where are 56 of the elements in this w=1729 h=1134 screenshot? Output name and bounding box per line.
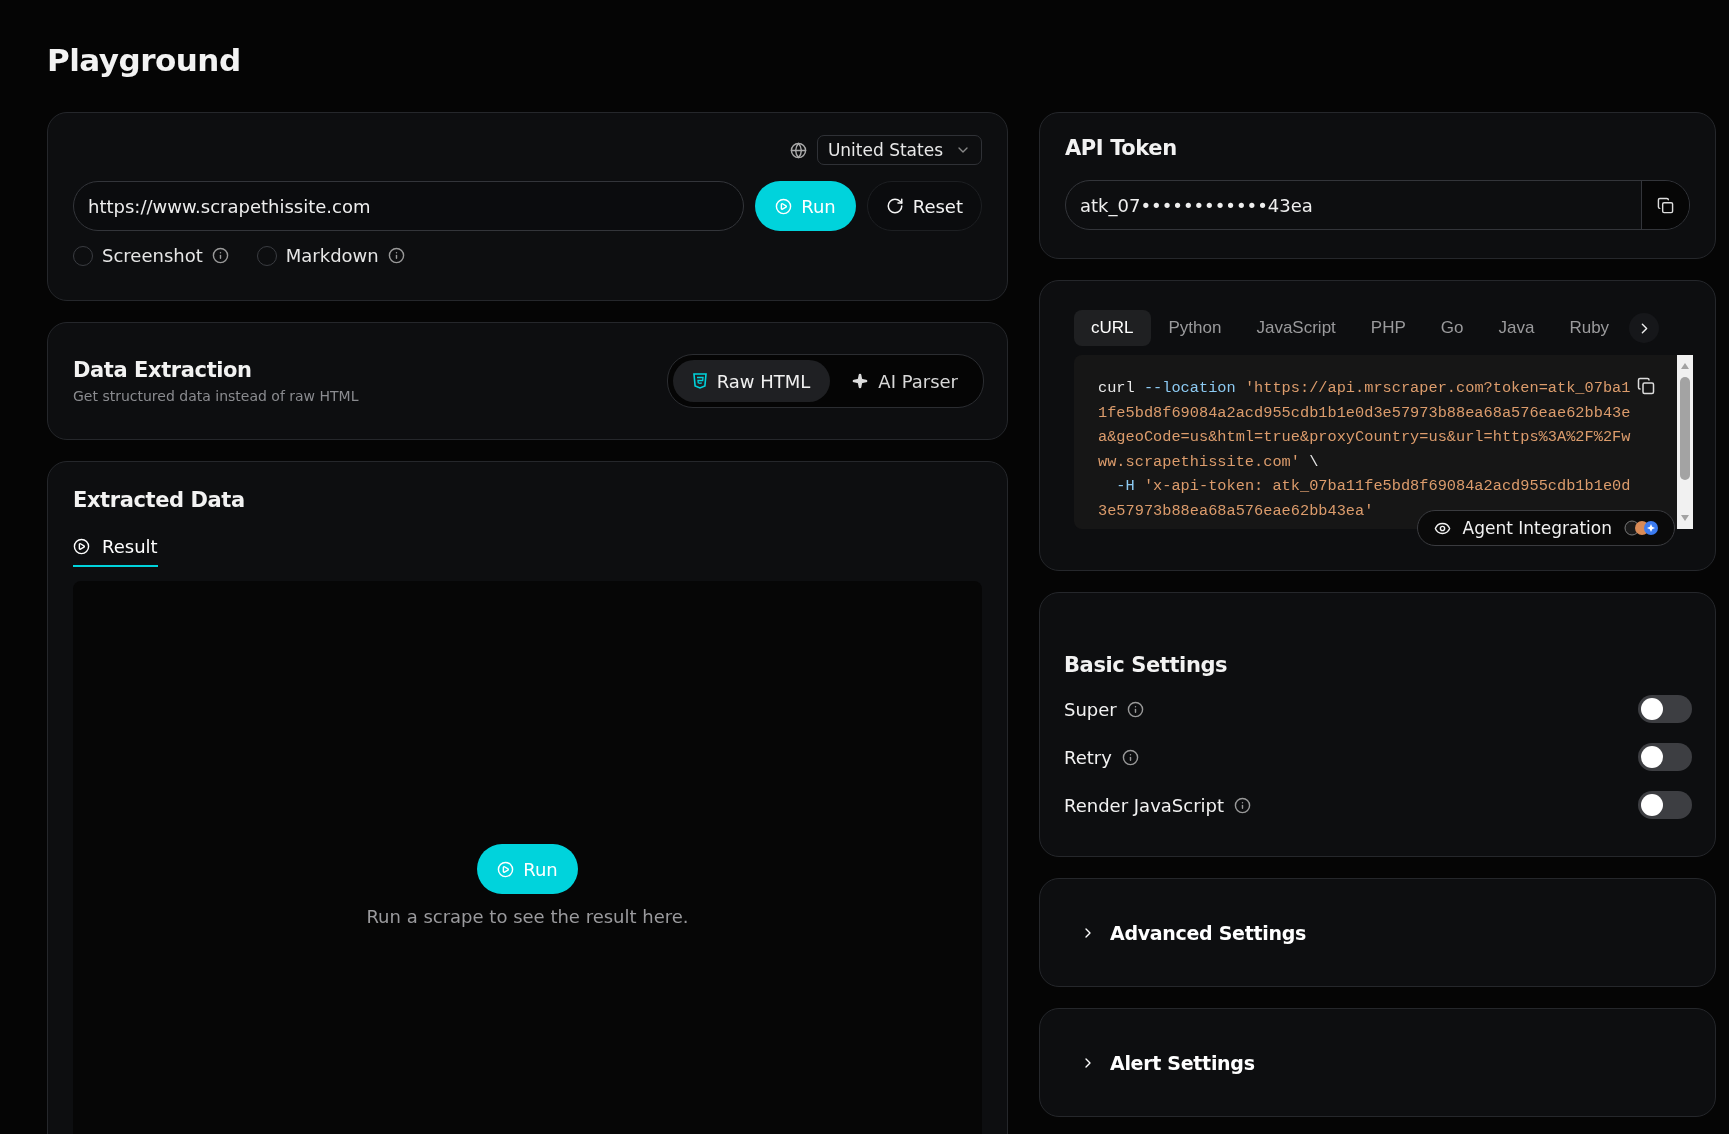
refresh-icon bbox=[885, 197, 904, 215]
accordion-header[interactable]: Advanced Settings bbox=[1080, 921, 1306, 944]
token-field[interactable]: atk_07••••••••••••43ea bbox=[1065, 180, 1690, 230]
section-subtitle: Get structured data instead of raw HTML bbox=[73, 388, 359, 404]
token-value: atk_07••••••••••••43ea bbox=[1080, 194, 1313, 216]
code-line: -H 'x-api-token: atk_07ba11fe5bd8f69084a2acd955cdb1b1e0d bbox=[1115, 476, 1631, 497]
empty-message: Run a scrape to see the result here. bbox=[366, 906, 689, 927]
info-icon bbox=[211, 247, 229, 264]
shield-icon bbox=[692, 373, 707, 389]
play-icon bbox=[73, 538, 90, 555]
section-title: Data Extraction bbox=[73, 358, 253, 382]
info-icon bbox=[1121, 748, 1139, 766]
accordion-header[interactable]: Alert Settings bbox=[1080, 1051, 1255, 1074]
language-tab[interactable]: Python bbox=[1151, 310, 1239, 346]
code-line: a&geoCode=us&html=true&proxyCountry=us&url=https%3A%2F%2Fw bbox=[1098, 427, 1631, 448]
setting-label: Render JavaScript bbox=[1064, 794, 1225, 816]
copy-button[interactable] bbox=[1641, 181, 1689, 229]
language-tab[interactable]: Go bbox=[1423, 310, 1481, 346]
toggle-switch[interactable] bbox=[1638, 695, 1692, 723]
toggle-switch[interactable] bbox=[1638, 743, 1692, 771]
section-title: Basic Settings bbox=[1064, 653, 1229, 677]
section-title: Extracted Data bbox=[73, 488, 246, 512]
play-icon bbox=[775, 197, 793, 215]
url-field[interactable]: https://www.scrapethissite.com bbox=[73, 181, 745, 231]
section-title: API Token bbox=[1065, 136, 1178, 160]
copy-icon bbox=[1657, 196, 1674, 214]
sparkle-icon bbox=[852, 373, 869, 389]
chevron-right-icon[interactable] bbox=[1629, 313, 1660, 343]
language-tab[interactable]: PHP bbox=[1353, 310, 1423, 346]
code-line: ww.scrapethissite.com' \ bbox=[1098, 451, 1319, 473]
language-tab[interactable]: JavaScript bbox=[1239, 310, 1353, 346]
agent-integration-button[interactable]: Agent Integration bbox=[1416, 510, 1675, 546]
country-select[interactable]: United States bbox=[816, 135, 982, 165]
page-title: Playground bbox=[47, 41, 242, 80]
info-icon bbox=[387, 247, 405, 264]
info-icon bbox=[1234, 796, 1252, 814]
play-icon bbox=[497, 860, 515, 878]
mode-tab[interactable]: AI Parser bbox=[832, 360, 978, 402]
info-icon bbox=[1126, 700, 1144, 718]
reset-button[interactable]: Reset bbox=[866, 181, 982, 231]
code-line: 3e57973b88ea68a576eae62bb43ea' bbox=[1098, 500, 1374, 522]
scrollbar[interactable] bbox=[1677, 355, 1693, 529]
mode-tab[interactable]: Raw HTML bbox=[672, 360, 831, 402]
setting-label: Super bbox=[1064, 698, 1117, 720]
result-tab[interactable]: Result bbox=[73, 536, 158, 567]
code-line: 1fe5bd8f69084a2acd955cdb1b1e0d3e57973b88ea68a576eae62bb43e bbox=[1098, 402, 1631, 424]
toggle-switch[interactable] bbox=[1638, 791, 1692, 819]
language-tab[interactable]: cURL bbox=[1074, 310, 1151, 346]
code-line: curl --location 'https://api.mrscraper.com?token=atk_07ba1 bbox=[1098, 378, 1631, 399]
globe-icon bbox=[789, 141, 807, 159]
option-label: Markdown bbox=[285, 245, 379, 266]
language-tab[interactable]: Ruby bbox=[1552, 310, 1627, 346]
option-label: Screenshot bbox=[102, 245, 203, 266]
agent-logos-drawing bbox=[1624, 519, 1660, 537]
setting-label: Retry bbox=[1064, 746, 1112, 768]
language-tab[interactable]: Java bbox=[1481, 310, 1552, 346]
